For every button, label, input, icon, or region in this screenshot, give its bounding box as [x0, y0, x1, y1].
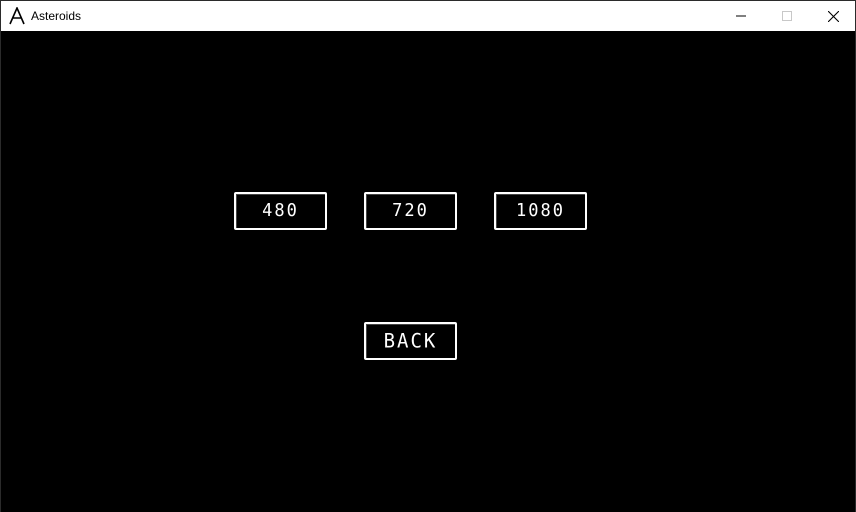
resolution-480-button[interactable]: 480 — [234, 192, 327, 230]
resolution-720-label: 720 — [392, 200, 429, 222]
close-button[interactable] — [810, 1, 856, 31]
maximize-button[interactable] — [764, 1, 810, 31]
app-window: Asteroids 480 720 1080 BACK — [0, 0, 856, 512]
back-button[interactable]: BACK — [364, 322, 457, 360]
resolution-480-label: 480 — [262, 200, 299, 222]
resolution-720-button[interactable]: 720 — [364, 192, 457, 230]
back-button-label: BACK — [383, 329, 438, 353]
title-bar[interactable]: Asteroids — [1, 1, 855, 31]
window-title: Asteroids — [31, 9, 82, 23]
resolution-1080-button[interactable]: 1080 — [494, 192, 587, 230]
game-canvas[interactable]: 480 720 1080 BACK — [1, 31, 855, 512]
maximize-icon — [782, 11, 792, 21]
minimize-button[interactable] — [718, 1, 764, 31]
close-icon — [827, 10, 839, 22]
asteroids-a-icon — [9, 7, 25, 25]
minimize-icon — [736, 15, 746, 17]
resolution-1080-label: 1080 — [516, 200, 565, 222]
